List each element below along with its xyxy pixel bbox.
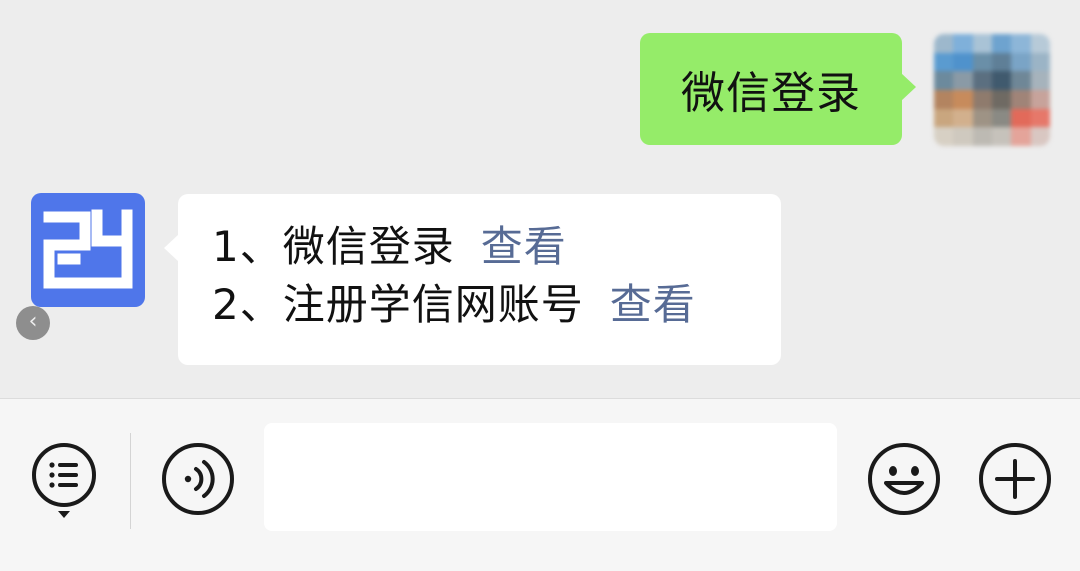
plus-icon[interactable] (977, 441, 1053, 517)
emoji-icon[interactable] (866, 441, 942, 517)
menu-option-1-view-link[interactable]: 查看 (481, 222, 567, 271)
message-input[interactable] (264, 423, 837, 531)
menu-option-1: 1、微信登录 查看 (212, 218, 781, 276)
menu-option-2-text: 2、注册学信网账号 (212, 280, 584, 329)
sent-message-bubble[interactable]: 微信登录 (640, 33, 916, 145)
menu-option-1-text: 1、微信登录 (212, 222, 455, 271)
menu-list-icon[interactable] (30, 441, 102, 521)
bar-divider (130, 433, 131, 529)
user-avatar[interactable] (934, 34, 1050, 146)
voice-icon[interactable] (160, 441, 236, 517)
sent-message-text: 微信登录 (681, 68, 861, 119)
bot-avatar[interactable] (31, 193, 145, 307)
collapse-arrow-icon[interactable]: ‹ (16, 306, 50, 340)
received-message-bubble: 1、微信登录 查看 2、注册学信网账号 查看 (164, 194, 781, 365)
chsi-logo-icon (43, 209, 133, 289)
input-bar (0, 398, 1080, 571)
menu-option-2-view-link[interactable]: 查看 (610, 280, 696, 329)
chat-area: 微信登录 ‹ 1、微信登录 查看 2、注册学信网账号 查看 (0, 0, 1080, 398)
menu-option-2: 2、注册学信网账号 查看 (212, 276, 781, 334)
